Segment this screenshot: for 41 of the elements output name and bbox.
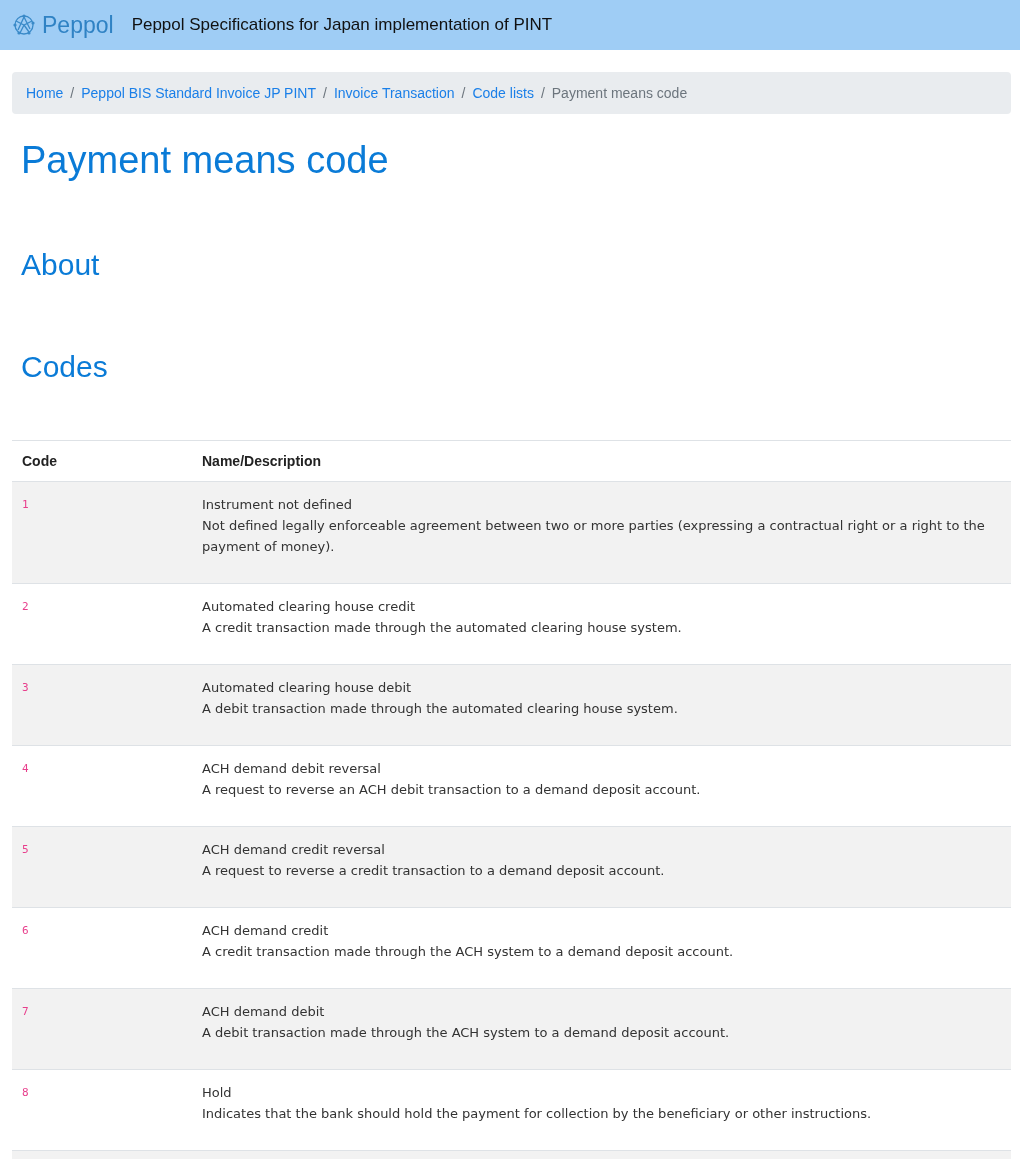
section-heading: About: [21, 247, 101, 283]
code-value: 6: [22, 924, 29, 937]
site-title[interactable]: Peppol Specifications for Japan implementation of PINT: [131, 15, 553, 35]
code-name: Automated clearing house debit: [202, 679, 413, 697]
code-name: Automated clearing house credit: [202, 598, 417, 616]
code-value: 5: [22, 843, 29, 856]
column-header: Code: [12, 440, 192, 482]
code-value: 4: [22, 762, 29, 775]
breadcrumb-link[interactable]: Peppol BIS Standard Invoice JP PINT: [81, 85, 316, 101]
breadcrumb-link[interactable]: Code lists: [472, 85, 534, 101]
code-name: Instrument not defined: [202, 496, 353, 514]
code-name: ACH demand debit reversal: [202, 760, 382, 778]
code-description: Not defined legally enforceable agreement between two or more parties (expressing a contractual right or a right to the payment of money).: [202, 517, 986, 556]
code-name: ACH demand credit reversal: [202, 841, 386, 859]
breadcrumb-separator: /: [540, 85, 545, 101]
code-description: Indicates that the bank should hold the payment for collection by the beneficiary or other instructions.: [202, 1105, 873, 1123]
code-description: A credit transaction made through the ACH system to a demand deposit account.: [202, 943, 735, 961]
code-value: 2: [22, 600, 29, 613]
breadcrumb-separator: /: [70, 85, 75, 101]
globe-network-icon: [12, 13, 36, 37]
code-name: Hold: [202, 1084, 233, 1102]
code-description: A request to reverse a credit transaction to a demand deposit account.: [202, 862, 666, 880]
breadcrumb-current: Payment means code: [551, 85, 688, 101]
code-value: 3: [22, 681, 29, 694]
code-value: 7: [22, 1005, 29, 1018]
code-description: A request to reverse an ACH debit transaction to a demand deposit account.: [202, 781, 702, 799]
section-heading: Codes: [21, 349, 109, 385]
logo-text[interactable]: Peppol: [42, 11, 114, 39]
code-description: A debit transaction made through the ACH system to a demand deposit account.: [202, 1024, 731, 1042]
breadcrumb-separator: /: [461, 85, 466, 101]
code-name: ACH demand debit: [202, 1003, 326, 1021]
column-header: Name/Description: [192, 440, 1011, 482]
code-description: A debit transaction made through the automated clearing house system.: [202, 700, 679, 718]
page-title: Payment means code: [21, 138, 390, 182]
breadcrumb-link[interactable]: Home: [26, 85, 64, 101]
breadcrumb-separator: /: [323, 85, 327, 101]
code-value: 1: [22, 498, 29, 511]
breadcrumb-link[interactable]: Invoice Transaction: [333, 85, 455, 101]
code-name: ACH demand credit: [202, 922, 330, 940]
code-description: A credit transaction made through the automated clearing house system.: [202, 619, 683, 637]
code-value: 8: [22, 1086, 29, 1099]
